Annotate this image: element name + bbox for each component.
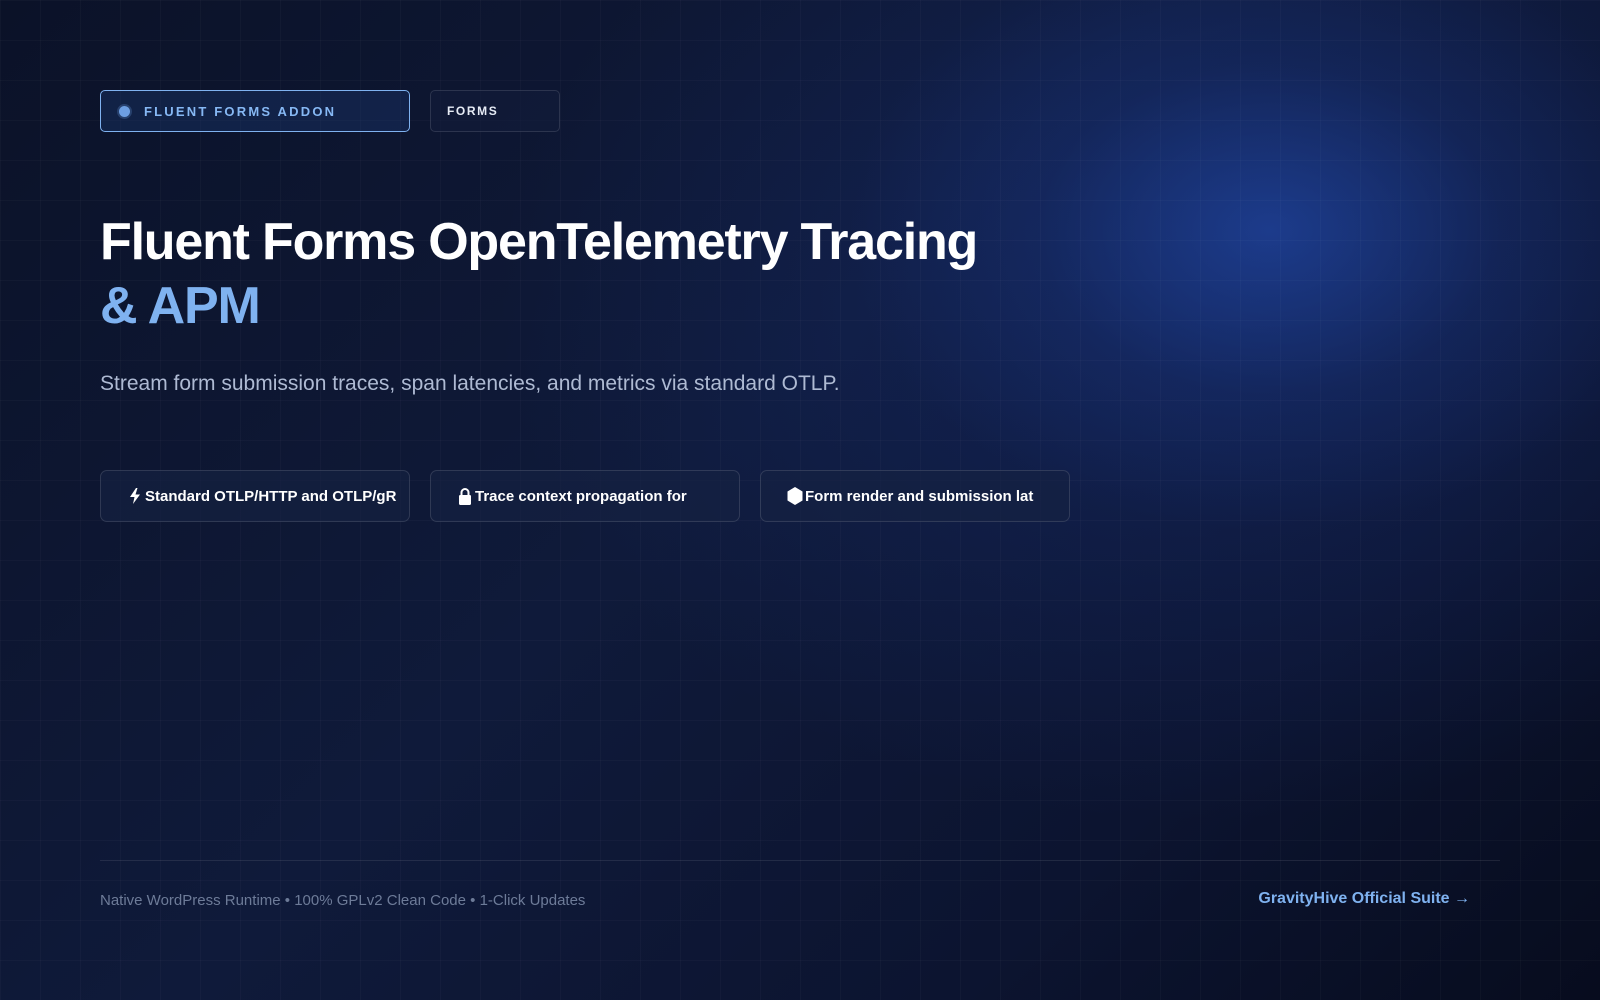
page-subtitle: Stream form submission traces, span late… [100, 372, 840, 395]
hexagon-icon [787, 487, 803, 505]
official-suite-link[interactable]: GravityHive Official Suite → [1258, 890, 1470, 908]
lightning-icon [127, 487, 143, 505]
lock-icon [457, 487, 473, 505]
hero-section: FLUENT FORMS ADDON FORMS Fluent Forms Op… [100, 0, 1500, 1000]
feature-card: Form render and submission lat [760, 470, 1070, 522]
status-dot-icon [119, 105, 130, 117]
feature-card: Standard OTLP/HTTP and OTLP/gR [100, 470, 410, 522]
feature-label: Standard OTLP/HTTP and OTLP/gR [145, 487, 397, 505]
badge-row: FLUENT FORMS ADDON FORMS [100, 90, 560, 132]
feature-card: Trace context propagation for [430, 470, 740, 522]
category-badge: FORMS [430, 90, 560, 132]
page-title-line2: & APM [100, 277, 261, 335]
footer-divider [100, 860, 1500, 861]
feature-label: Trace context propagation for [475, 487, 687, 505]
category-badge-label: FORMS [447, 104, 499, 118]
addon-badge-label: FLUENT FORMS ADDON [144, 103, 337, 119]
addon-badge: FLUENT FORMS ADDON [100, 90, 410, 132]
footer-tagline: Native WordPress Runtime • 100% GPLv2 Cl… [100, 892, 586, 909]
feature-list: Standard OTLP/HTTP and OTLP/gR Trace con… [100, 470, 1070, 522]
page-title: Fluent Forms OpenTelemetry Tracing & APM [100, 210, 978, 338]
page-title-line1: Fluent Forms OpenTelemetry Tracing [100, 213, 978, 271]
feature-label: Form render and submission lat [805, 487, 1034, 505]
